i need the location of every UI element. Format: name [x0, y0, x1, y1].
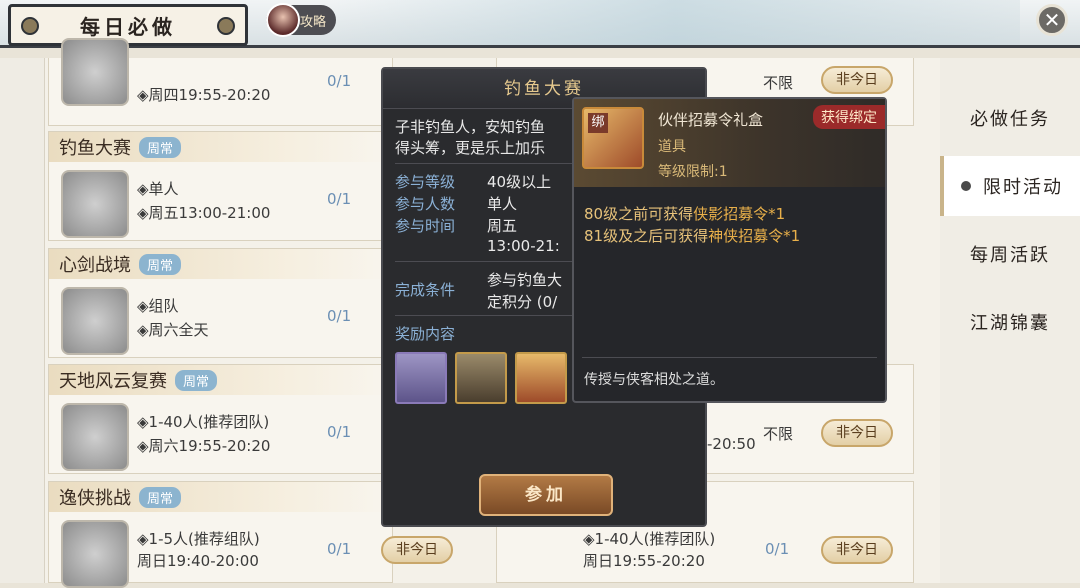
item-tooltip: 绑 伙伴招募令礼盒 道具 等级限制:1 获得绑定 80级之前可获得侠影招募令*1… [572, 97, 887, 403]
players-value: 单人 [487, 195, 518, 213]
activity-count: 0/1 [327, 190, 352, 208]
completion-label: 完成条件 [395, 281, 456, 299]
tab-required-tasks[interactable]: 必做任务 [940, 88, 1080, 148]
item-level-requirement: 等级限制:1 [658, 164, 728, 180]
reward-gift-box-icon[interactable] [515, 352, 567, 404]
item-name: 伙伴招募令礼盒 [658, 111, 764, 129]
weekly-badge: 周常 [139, 486, 182, 508]
activity-thumbnail [61, 287, 129, 355]
time-range-value: 13:00-21: [487, 237, 560, 255]
activity-players: ◈组队 [137, 297, 179, 315]
activity-time: ◈周四19:55-20:20 [137, 86, 271, 104]
completion-line: 定积分 (0/ [487, 293, 558, 311]
activity-thumbnail [61, 170, 129, 238]
activity-header: 心剑战境 周常 [49, 249, 392, 279]
line-prefix: 80级之前可获得 [584, 205, 694, 223]
line-item: 神侠招募令*1 [708, 227, 801, 245]
players-label: 参与人数 [395, 195, 456, 213]
close-button[interactable]: ✕ [1036, 4, 1068, 36]
activity-count: 0/1 [327, 72, 352, 90]
activity-card[interactable]: ◈周四19:55-20:20 0/1 [48, 38, 393, 126]
line-item: 侠影招募令*1 [693, 205, 786, 223]
reward-character-icon[interactable] [455, 352, 507, 404]
no-limit-label: 不限 [763, 425, 794, 443]
reward-label: 奖励内容 [395, 325, 456, 343]
completion-line: 参与钓鱼大 [487, 271, 563, 289]
level-label: 参与等级 [395, 173, 456, 191]
guide-avatar [266, 3, 300, 37]
weekly-badge: 周常 [139, 136, 182, 158]
activity-title: 逸侠挑战 [59, 488, 131, 509]
not-today-button[interactable]: 非今日 [821, 66, 893, 94]
activity-count: 0/1 [327, 540, 352, 558]
bound-badge: 获得绑定 [813, 105, 885, 129]
join-button[interactable]: 参加 [479, 474, 613, 516]
tab-weekly-active[interactable]: 每周活跃 [940, 224, 1080, 284]
activity-header: 钓鱼大赛 周常 [49, 132, 392, 162]
tooltip-line: 81级及之后可获得神侠招募令*1 [584, 225, 800, 246]
time-day-value: 周五 [487, 217, 518, 235]
activity-players: ◈1-40人(推荐团队) [583, 530, 716, 548]
activity-header: 天地风云复赛 周常 [49, 365, 392, 395]
activity-card-yixia[interactable]: 逸侠挑战 周常 ◈1-5人(推荐组队) 周日19:40-20:00 0/1 非今日 [48, 481, 453, 588]
activity-header: 逸侠挑战 周常 [49, 482, 392, 512]
activity-count: 0/1 [327, 307, 352, 325]
close-icon: ✕ [1043, 8, 1061, 32]
level-value: 40级以上 [487, 173, 552, 191]
tab-label: 每周活跃 [970, 245, 1050, 266]
activity-count: 0/1 [765, 540, 790, 558]
title-left-ornament-icon [21, 17, 39, 35]
guide-button[interactable]: 攻略 [266, 3, 337, 37]
guide-label: 攻略 [300, 14, 327, 30]
activity-time: ◈周六19:55-20:20 [137, 437, 271, 455]
selected-dot-icon [961, 181, 971, 191]
tab-label: 江湖锦囊 [970, 313, 1050, 334]
weekly-badge: 周常 [175, 369, 218, 391]
activity-time: 周日19:40-20:00 [137, 552, 259, 570]
divider [582, 357, 877, 358]
activity-card-tiandi[interactable]: 天地风云复赛 周常 ◈1-40人(推荐团队) ◈周六19:55-20:20 0/1 [48, 364, 393, 474]
tab-label: 必做任务 [970, 109, 1050, 130]
left-scroll-decoration [0, 58, 45, 583]
not-today-button[interactable]: 非今日 [821, 419, 893, 447]
tab-jianghu-tips[interactable]: 江湖锦囊 [940, 292, 1080, 352]
activity-time: ◈周五13:00-21:00 [137, 204, 271, 222]
tab-label: 限时活动 [983, 177, 1063, 198]
top-bar-decoration [330, 0, 1020, 45]
not-today-button[interactable]: 非今日 [381, 536, 453, 564]
activity-players: ◈1-5人(推荐组队) [137, 530, 260, 548]
page-title-text: 每日必做 [80, 14, 176, 39]
activity-thumbnail [61, 520, 129, 588]
category-sidebar: 必做任务 限时活动 每周活跃 江湖锦囊 [940, 58, 1080, 583]
time-label: 参与时间 [395, 217, 456, 235]
weekly-badge: 周常 [139, 253, 182, 275]
activity-count: 0/1 [327, 423, 352, 441]
activity-title: 天地风云复赛 [59, 371, 167, 392]
page-title: 每日必做 [8, 4, 248, 46]
not-today-button[interactable]: 非今日 [821, 536, 893, 564]
item-flavor-text: 传授与侠客相处之道。 [584, 372, 724, 388]
activity-card-heart-sword[interactable]: 心剑战境 周常 ◈组队 ◈周六全天 0/1 [48, 248, 393, 358]
activity-time: ◈周六全天 [137, 321, 209, 339]
item-type: 道具 [658, 139, 686, 155]
bind-tag: 绑 [588, 113, 608, 133]
activity-time: 周日19:55-20:20 [583, 552, 705, 570]
activity-players: ◈单人 [137, 180, 179, 198]
tooltip-line: 80级之前可获得侠影招募令*1 [584, 203, 785, 224]
activity-thumbnail [61, 403, 129, 471]
activity-title: 钓鱼大赛 [59, 138, 131, 159]
activity-title: 心剑战境 [59, 255, 131, 276]
reward-silver-coins-icon[interactable] [395, 352, 447, 404]
activity-thumbnail [61, 38, 129, 106]
tooltip-header: 绑 伙伴招募令礼盒 道具 等级限制:1 获得绑定 [574, 99, 885, 187]
tab-limited-events[interactable]: 限时活动 [940, 156, 1080, 216]
gift-box-icon: 绑 [582, 107, 644, 169]
activity-time: -20:50 [707, 435, 756, 453]
no-limit-label: 不限 [763, 74, 794, 92]
line-prefix: 81级及之后可获得 [584, 227, 709, 245]
activity-card-fishing[interactable]: 钓鱼大赛 周常 ◈单人 ◈周五13:00-21:00 0/1 [48, 131, 393, 241]
activity-players: ◈1-40人(推荐团队) [137, 413, 270, 431]
title-right-ornament-icon [217, 17, 235, 35]
